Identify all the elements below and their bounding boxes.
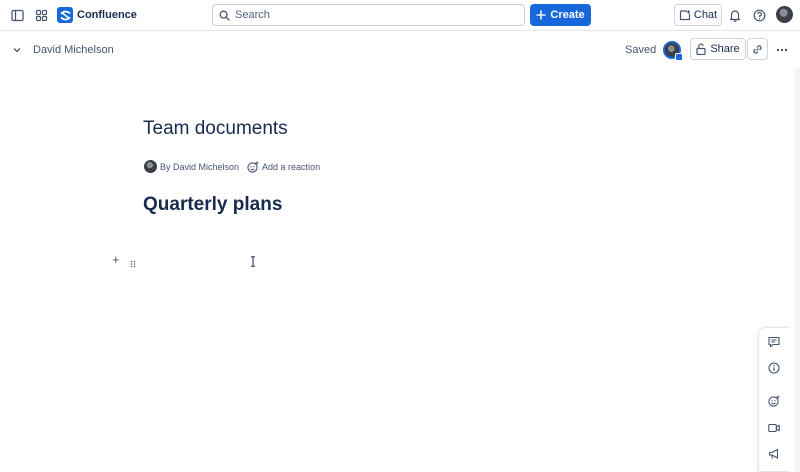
top-navigation: Confluence Create Chat	[0, 0, 800, 31]
emoji-add-icon	[247, 161, 259, 173]
edit-badge-icon	[675, 53, 683, 61]
confluence-logo-icon[interactable]	[57, 7, 73, 23]
insert-block-icon[interactable]: +	[112, 252, 120, 267]
sidebar-toggle-icon[interactable]	[9, 7, 25, 23]
megaphone-icon[interactable]	[766, 446, 782, 462]
copy-link-button[interactable]	[747, 38, 768, 60]
plus-icon	[536, 10, 546, 20]
comment-icon[interactable]	[766, 334, 782, 350]
chat-icon	[679, 9, 691, 21]
help-icon[interactable]	[751, 7, 767, 23]
page-header-bar: David Michelson Saved Share	[0, 31, 800, 68]
create-button[interactable]: Create	[530, 4, 591, 26]
add-reaction-button[interactable]: Add a reaction	[247, 161, 320, 173]
drag-handle-icon[interactable]	[130, 255, 136, 273]
search-box[interactable]	[212, 4, 525, 26]
brand-name[interactable]: Confluence	[77, 9, 137, 21]
share-button[interactable]: Share	[690, 38, 746, 60]
add-reaction-label: Add a reaction	[262, 161, 321, 172]
app-switcher-icon[interactable]	[33, 7, 49, 23]
emoji-icon[interactable]	[766, 393, 782, 409]
byline: By David Michelson Add a reaction	[144, 160, 320, 173]
chat-button-label: Chat	[693, 9, 718, 21]
author-byline[interactable]: By David Michelson	[160, 162, 239, 172]
chevron-down-icon[interactable]	[10, 43, 24, 57]
search-input[interactable]	[235, 9, 515, 21]
bell-icon[interactable]	[727, 7, 743, 23]
search-icon	[219, 10, 230, 21]
more-options-icon[interactable]	[774, 43, 790, 57]
profile-avatar[interactable]	[776, 6, 793, 23]
right-side-rail	[758, 327, 789, 472]
breadcrumb[interactable]: David Michelson	[33, 44, 114, 56]
save-status: Saved	[625, 44, 657, 56]
unlock-icon	[696, 43, 706, 55]
author-avatar	[144, 160, 157, 173]
video-icon[interactable]	[766, 420, 782, 436]
info-icon[interactable]	[766, 360, 782, 376]
link-icon	[753, 44, 762, 54]
share-button-label: Share	[710, 43, 740, 55]
create-button-label: Create	[550, 9, 585, 21]
section-heading[interactable]: Quarterly plans	[143, 194, 282, 216]
chat-button[interactable]: Chat	[674, 4, 722, 26]
page-title[interactable]: Team documents	[143, 118, 288, 140]
text-cursor-icon	[250, 254, 256, 272]
scrollbar[interactable]	[795, 68, 800, 472]
